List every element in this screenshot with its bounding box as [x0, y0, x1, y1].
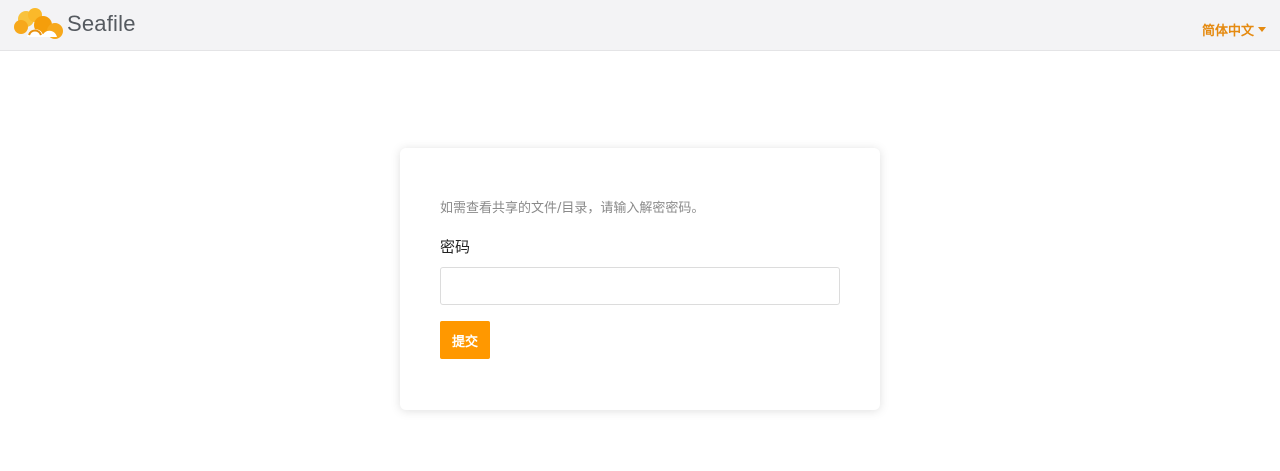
- logo-link[interactable]: Seafile: [13, 7, 136, 41]
- seafile-logo-icon: [13, 7, 65, 41]
- language-selector[interactable]: 简体中文: [1202, 20, 1266, 39]
- language-label: 简体中文: [1201, 24, 1254, 39]
- caret-down-icon: [1258, 27, 1266, 32]
- password-input[interactable]: [440, 267, 840, 305]
- password-label: 密码: [440, 238, 471, 256]
- top-navbar: Seafile 简体中文: [0, 0, 1280, 51]
- password-card: 如需查看共享的文件/目录，请输入解密密码。 密码 提交: [400, 148, 880, 410]
- submit-button[interactable]: 提交: [440, 321, 491, 359]
- intro-text: 如需查看共享的文件/目录，请输入解密密码。: [440, 201, 705, 216]
- logo-text: Seafile: [67, 11, 136, 36]
